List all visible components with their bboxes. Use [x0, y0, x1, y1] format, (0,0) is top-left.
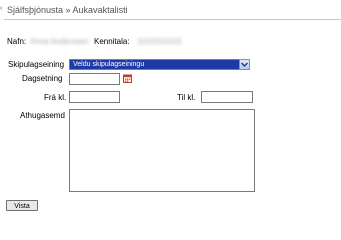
title-divider [4, 19, 341, 20]
collapse-marker: ‹ [0, 5, 3, 12]
calendar-button[interactable] [123, 74, 132, 83]
name-value: Anna Anderssen [30, 37, 89, 46]
from-time-input[interactable] [69, 91, 120, 103]
chevron-down-icon [241, 62, 248, 67]
name-label: Nafn: [7, 37, 27, 46]
page-title: Sjálfsþjónusta » Aukavaktalisti [7, 5, 128, 15]
date-input[interactable] [69, 73, 120, 85]
calendar-icon [123, 74, 132, 83]
from-time-label: Frá kl. [44, 93, 67, 102]
to-time-label: Til kl. [177, 93, 196, 102]
comment-label: Athugasemd [20, 111, 65, 120]
comment-textarea[interactable] [69, 109, 255, 192]
unit-select-dropdown-button[interactable] [239, 59, 250, 70]
save-button[interactable]: Vista [6, 200, 38, 211]
to-time-input[interactable] [201, 91, 253, 103]
id-value: 1010101010 [137, 37, 182, 46]
date-label: Dagsetning [22, 74, 63, 83]
unit-select[interactable]: Veldu skipulagseiningu [69, 59, 248, 70]
id-label: Kennitala: [94, 37, 130, 46]
unit-label: Skipulagseining [8, 60, 65, 69]
